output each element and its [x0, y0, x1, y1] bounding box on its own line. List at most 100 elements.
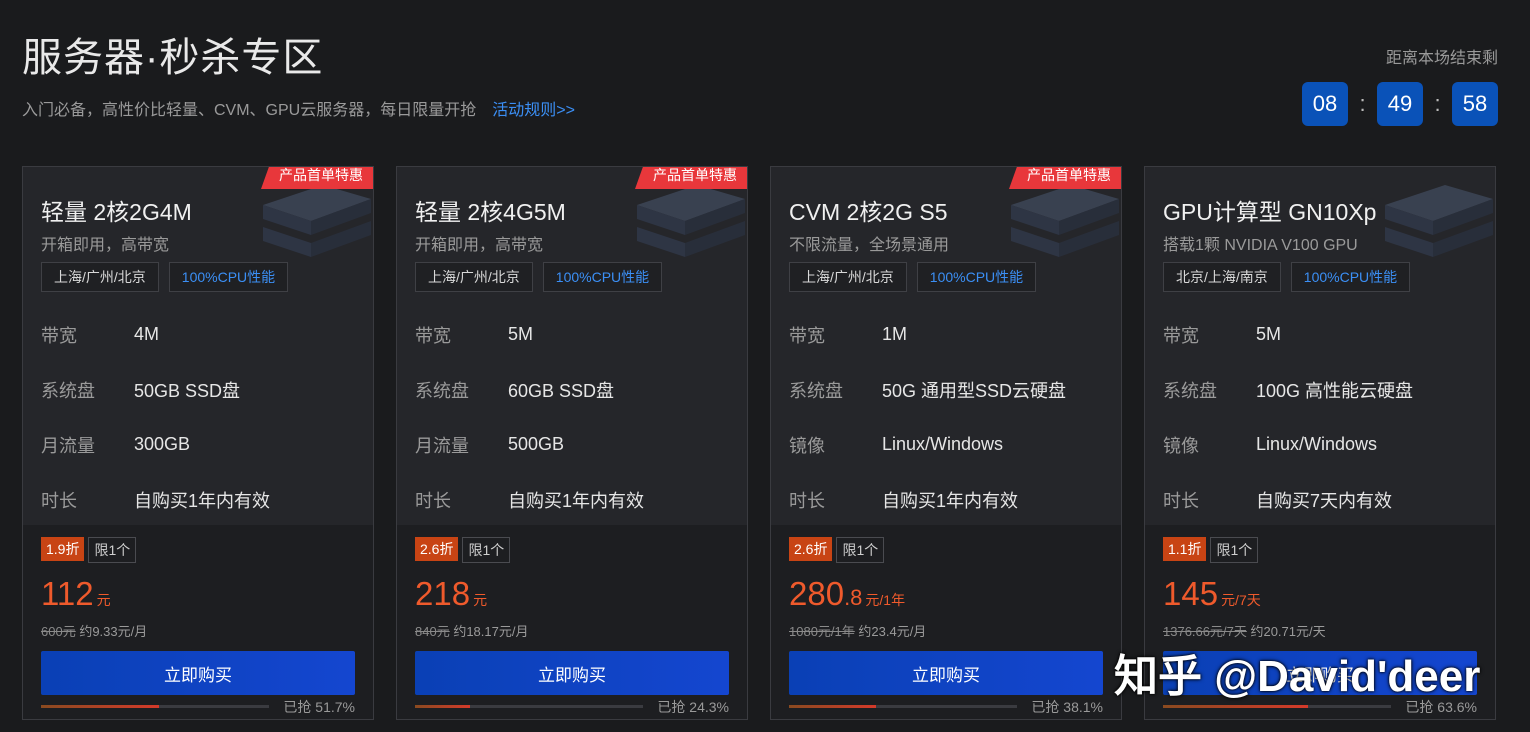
spec-label: 镜像: [1163, 435, 1199, 456]
spec-value: 500GB: [508, 434, 565, 454]
price-section: 2.6折 限1个 218 元 840元 约18.17元/月立即购买已抢 24.3%: [397, 525, 747, 719]
zhihu-watermark: 知乎 @David'deer: [1114, 652, 1481, 701]
spec-row: 时长 自购买1年内有效: [415, 472, 644, 527]
server-illustration: [1385, 185, 1493, 257]
spec-label: 时长: [41, 490, 77, 511]
spec-label: 系统盘: [415, 380, 469, 401]
first-order-badge: 产品首单特惠: [1009, 167, 1121, 189]
spec-value: 自购买1年内有效: [882, 490, 1019, 511]
sold-progress-bar: [415, 705, 643, 708]
price-unit: 元/7天: [1221, 592, 1261, 608]
original-price: 840元 约18.17元/月: [415, 621, 528, 640]
countdown-separator: :: [1434, 91, 1441, 116]
spec-label: 月流量: [41, 435, 95, 456]
price-section: 1.9折 限1个 112 元 600元 约9.33元/月 立即购买 已抢 51.7%: [23, 525, 373, 719]
spec-row: 带宽 1M: [789, 307, 1066, 362]
region-tag: 上海/广州/北京: [41, 262, 159, 292]
discount-tags: 1.1折 限1个: [1163, 537, 1259, 563]
activity-rules-link[interactable]: 活动规则>>: [492, 102, 575, 119]
product-cards: 产品首单特惠轻量 2核2G4M 开箱即用，高带宽上海/广州/北京 100%CPU性能…: [22, 166, 1498, 722]
spec-row: 系统盘 50G 通用型SSD云硬盘: [789, 362, 1066, 417]
sold-percentage: 已抢 24.3%: [657, 699, 729, 715]
sold-progress-fill: [415, 705, 471, 708]
spec-row: 月流量 300GB: [41, 417, 270, 472]
product-name: CVM 2核2G S5: [789, 199, 948, 225]
original-price-value: 1080元/1年: [789, 624, 855, 639]
spec-value: 1M: [882, 324, 908, 344]
product-description: 搭载1颗 NVIDIA V100 GPU: [1163, 237, 1358, 254]
buy-now-button[interactable]: 立即购买: [789, 651, 1103, 695]
spec-value: 自购买1年内有效: [508, 490, 645, 511]
countdown-seconds: 58: [1452, 82, 1498, 126]
per-month-price: 约20.71元/天: [1250, 624, 1326, 639]
cpu-tag: 100%CPU性能: [1290, 262, 1411, 292]
spec-row: 镜像 Linux/Windows: [789, 417, 1066, 472]
product-description: 开箱即用，高带宽: [415, 237, 544, 254]
sale-price: 218 元: [415, 575, 487, 613]
price-amount: 280: [789, 575, 845, 612]
sold-progress-fill: [789, 705, 876, 708]
per-month-price: 约9.33元/月: [79, 624, 148, 639]
spec-label: 时长: [789, 490, 825, 511]
spec-label: 系统盘: [1163, 380, 1217, 401]
original-price-value: 1376.66元/7天: [1163, 624, 1247, 639]
spec-row: 时长 自购买1年内有效: [789, 472, 1066, 527]
per-month-price: 约18.17元/月: [453, 624, 529, 639]
spec-label: 系统盘: [41, 380, 95, 401]
sale-price: 280.8 元/1年: [789, 575, 905, 613]
sale-price: 112 元: [41, 575, 111, 613]
page-header: 服务器·秒杀专区 入门必备，高性价比轻量、CVM、GPU云服务器，每日限量开抢活…: [22, 34, 575, 120]
discount-tags: 1.9折 限1个: [41, 537, 137, 563]
price-amount: 145: [1163, 575, 1219, 612]
limit-badge: 限1个: [1210, 537, 1259, 563]
region-tag: 上海/广州/北京: [789, 262, 907, 292]
subtitle-text: 入门必备，高性价比轻量、CVM、GPU云服务器，每日限量开抢: [22, 102, 477, 119]
first-order-badge: 产品首单特惠: [261, 167, 373, 189]
product-name: 轻量 2核4G5M: [415, 199, 566, 225]
product-name: GPU计算型 GN10Xp: [1163, 199, 1377, 225]
spec-value: 50G 通用型SSD云硬盘: [882, 380, 1067, 401]
spec-label: 时长: [415, 490, 451, 511]
spec-value: 300GB: [134, 434, 191, 454]
spec-row: 系统盘 100G 高性能云硬盘: [1163, 362, 1413, 417]
page-title: 服务器·秒杀专区: [22, 36, 324, 80]
region-tag: 北京/上海/南京: [1163, 262, 1281, 292]
product-card: 产品首单特惠 轻量 2核2G4M 开箱即用，高带宽 上海/广州/北京 100%CPU性能…: [22, 166, 374, 720]
spec-value: 自购买1年内有效: [134, 490, 271, 511]
sold-progress-fill: [41, 705, 159, 708]
limit-badge: 限1个: [462, 537, 511, 563]
spec-list: 带宽 1M 系统盘 50G 通用型SSD云硬盘 镜像 Linux/Windows 时长 自购买…: [789, 307, 1066, 527]
spec-list: 带宽 5M 系统盘 60GB SSD盘 月流量 500GB 时长 自购买1年内有效: [415, 307, 644, 527]
discount-tags: 2.6折 限1个: [789, 537, 885, 563]
limit-badge: 限1个: [836, 537, 885, 563]
spec-row: 带宽 5M: [415, 307, 644, 362]
spec-list: 带宽 5M 系统盘 100G 高性能云硬盘 镜像 Linux/Windows 时长 自购买7天…: [1163, 307, 1413, 527]
spec-list: 带宽 4M 系统盘 50GB SSD盘 月流量 300GB 时长 自购买1年内有效: [41, 307, 270, 527]
price-amount: 218: [415, 575, 471, 612]
region-tag: 上海/广州/北京: [415, 262, 533, 292]
product-description: 不限流量，全场景通用: [789, 237, 950, 254]
discount-badge: 2.6折: [415, 537, 459, 561]
sale-price: 145 元/7天: [1163, 575, 1261, 613]
discount-tags: 2.6折 限1个: [415, 537, 511, 563]
spec-row: 带宽 4M: [41, 307, 270, 362]
countdown-timer: 08 : 49 : 58: [1302, 82, 1498, 126]
spec-label: 带宽: [1163, 325, 1199, 346]
price-amount: 112: [41, 575, 94, 612]
original-price-value: 840元: [415, 624, 450, 639]
price-decimal: .8: [844, 585, 863, 610]
spec-value: Linux/Windows: [882, 434, 1004, 454]
spec-value: 5M: [508, 324, 534, 344]
cpu-tag: 100%CPU性能: [916, 262, 1037, 292]
buy-now-button[interactable]: 立即购买: [415, 651, 729, 695]
countdown-separator: :: [1359, 91, 1366, 116]
spec-row: 月流量 500GB: [415, 417, 644, 472]
original-price: 1080元/1年 约23.4元/月: [789, 621, 926, 640]
product-name: 轻量 2核2G4M: [41, 199, 192, 225]
spec-label: 带宽: [789, 325, 825, 346]
spec-row: 时长 自购买1年内有效: [41, 472, 270, 527]
spec-value: 100G 高性能云硬盘: [1256, 380, 1414, 401]
buy-now-button[interactable]: 立即购买: [41, 651, 355, 695]
price-unit: 元: [96, 592, 111, 608]
sold-progress-bar: [41, 705, 269, 708]
